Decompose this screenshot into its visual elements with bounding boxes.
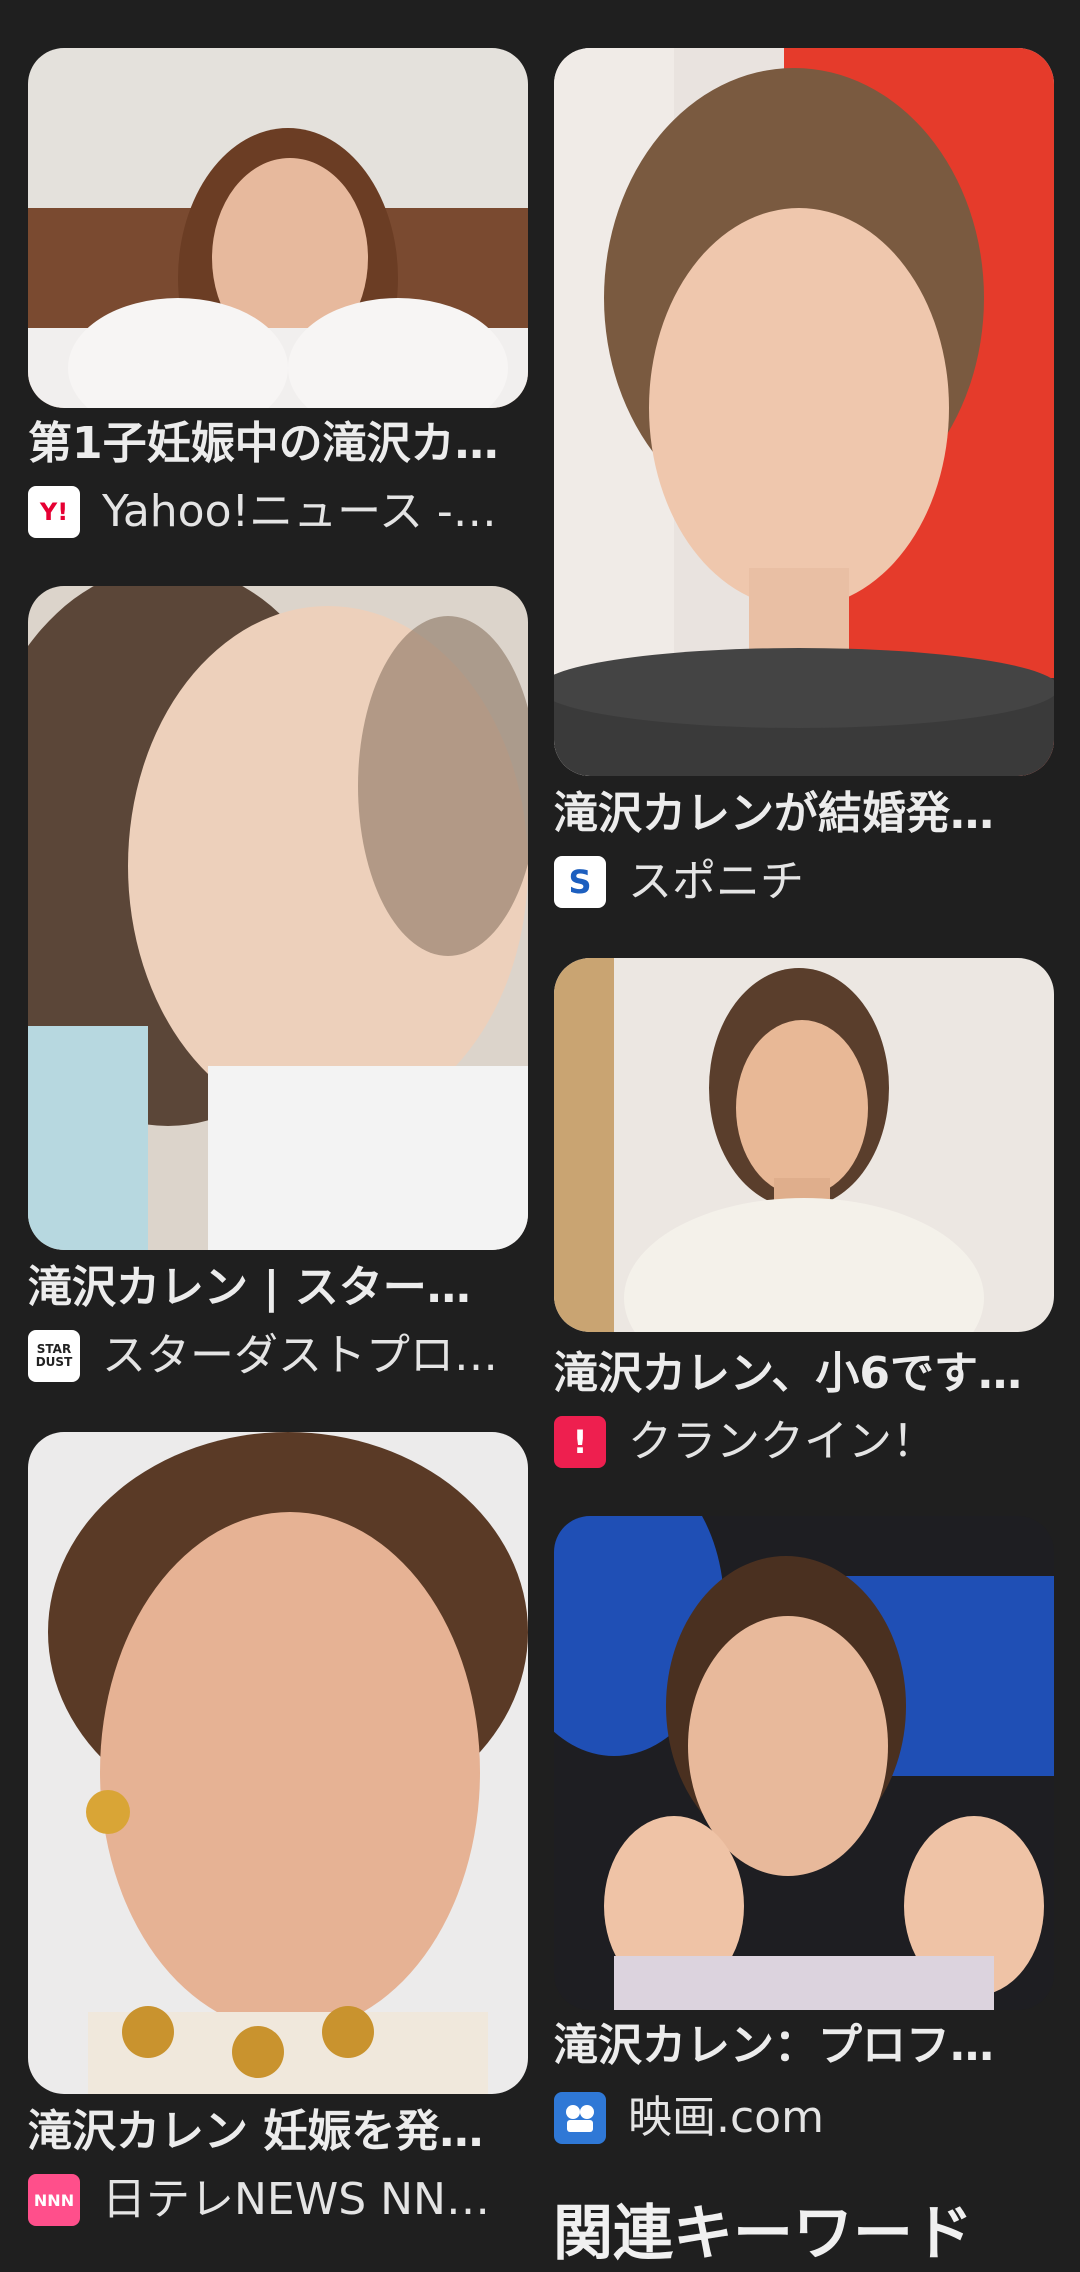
result-title[interactable]: 滝沢カレンが結婚発… <box>554 786 1054 842</box>
related-keywords-heading: 関連キーワード <box>553 2199 973 2269</box>
yahoo-news-icon: Y! <box>28 486 80 538</box>
result-source[interactable]: 映画.com <box>628 2090 824 2146</box>
eiga-com-icon <box>554 2092 606 2144</box>
sponichi-icon: S <box>554 856 606 908</box>
result-source[interactable]: 日テレNEWS NN… <box>102 2172 490 2228</box>
result-title[interactable]: 滝沢カレン 妊娠を発… <box>28 2104 528 2160</box>
result-source[interactable]: クランクイン！ <box>628 1414 936 1470</box>
result-source[interactable]: Yahoo!ニュース -… <box>102 484 497 540</box>
stardust-icon: STAR DUST <box>28 1330 80 1382</box>
result-thumbnail[interactable] <box>28 48 528 408</box>
crankin-icon: ! <box>554 1416 606 1468</box>
ntv-news-icon: NNN <box>28 2174 80 2226</box>
result-source[interactable]: スターダストプロ… <box>102 1328 498 1384</box>
result-thumbnail[interactable] <box>28 1432 528 2094</box>
result-thumbnail[interactable] <box>554 48 1054 776</box>
result-title[interactable]: 滝沢カレン、小6です… <box>554 1346 1054 1402</box>
result-thumbnail[interactable] <box>28 586 528 1250</box>
result-title[interactable]: 滝沢カレン：プロフ… <box>554 2018 1054 2074</box>
result-thumbnail[interactable] <box>554 958 1054 1332</box>
result-source[interactable]: スポニチ <box>628 854 804 910</box>
result-title[interactable]: 滝沢カレン | スター… <box>28 1260 528 1316</box>
result-title[interactable]: 第1子妊娠中の滝沢カ… <box>28 416 528 472</box>
result-thumbnail[interactable] <box>554 1516 1054 2010</box>
